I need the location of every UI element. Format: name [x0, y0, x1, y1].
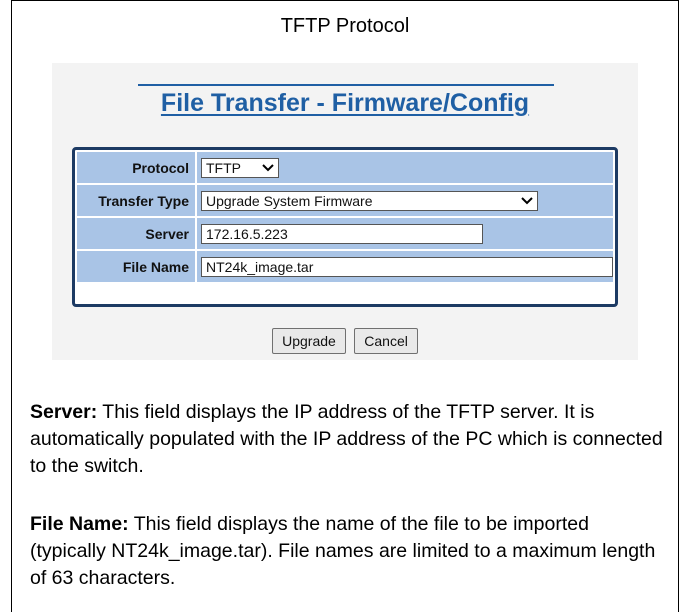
file-name-description: File Name: This field displays the name … — [30, 511, 666, 592]
heading-rule — [138, 84, 554, 86]
server-input[interactable]: 172.16.5.223 — [201, 223, 483, 244]
section-title: TFTP Protocol — [280, 15, 410, 37]
file-name-input[interactable]: NT24k_image.tar — [201, 256, 613, 277]
transfer-type-select-value: Upgrade System Firmware — [206, 192, 373, 209]
server-description-text: This field displays the IP address of th… — [30, 401, 663, 477]
document-frame: TFTP Protocol File Transfer - Firmware/C… — [11, 0, 679, 612]
form-row-protocol: Protocol TFTP — [77, 152, 613, 183]
protocol-select-value: TFTP — [206, 159, 241, 176]
form-row-transfer-type: Transfer Type Upgrade System Firmware — [77, 185, 613, 216]
transfer-type-label: Transfer Type — [77, 185, 195, 216]
server-description: Server: This field displays the IP addre… — [30, 399, 666, 480]
server-term: Server: — [30, 401, 98, 423]
server-label: Server — [77, 218, 195, 249]
form-table: Protocol TFTP Transfer Type Upgrade Syst… — [75, 150, 615, 284]
transfer-form: Protocol TFTP Transfer Type Upgrade Syst… — [72, 147, 618, 307]
cancel-button[interactable]: Cancel — [354, 328, 418, 354]
chevron-down-icon — [515, 194, 533, 208]
transfer-type-select[interactable]: Upgrade System Firmware — [201, 190, 538, 211]
page-heading-text: File Transfer - Firmware/Config — [160, 89, 530, 117]
button-row: Upgrade Cancel — [52, 328, 638, 354]
protocol-label: Protocol — [77, 152, 195, 183]
page-heading: File Transfer - Firmware/Config — [52, 89, 638, 118]
chevron-down-icon — [256, 161, 274, 175]
upgrade-button[interactable]: Upgrade — [272, 328, 346, 354]
form-row-server: Server 172.16.5.223 — [77, 218, 613, 249]
screenshot-panel: File Transfer - Firmware/Config Protocol… — [52, 63, 638, 360]
protocol-select[interactable]: TFTP — [201, 157, 279, 178]
file-name-label: File Name — [77, 251, 195, 282]
file-name-term: File Name: — [30, 513, 129, 535]
form-row-file-name: File Name NT24k_image.tar — [77, 251, 613, 282]
